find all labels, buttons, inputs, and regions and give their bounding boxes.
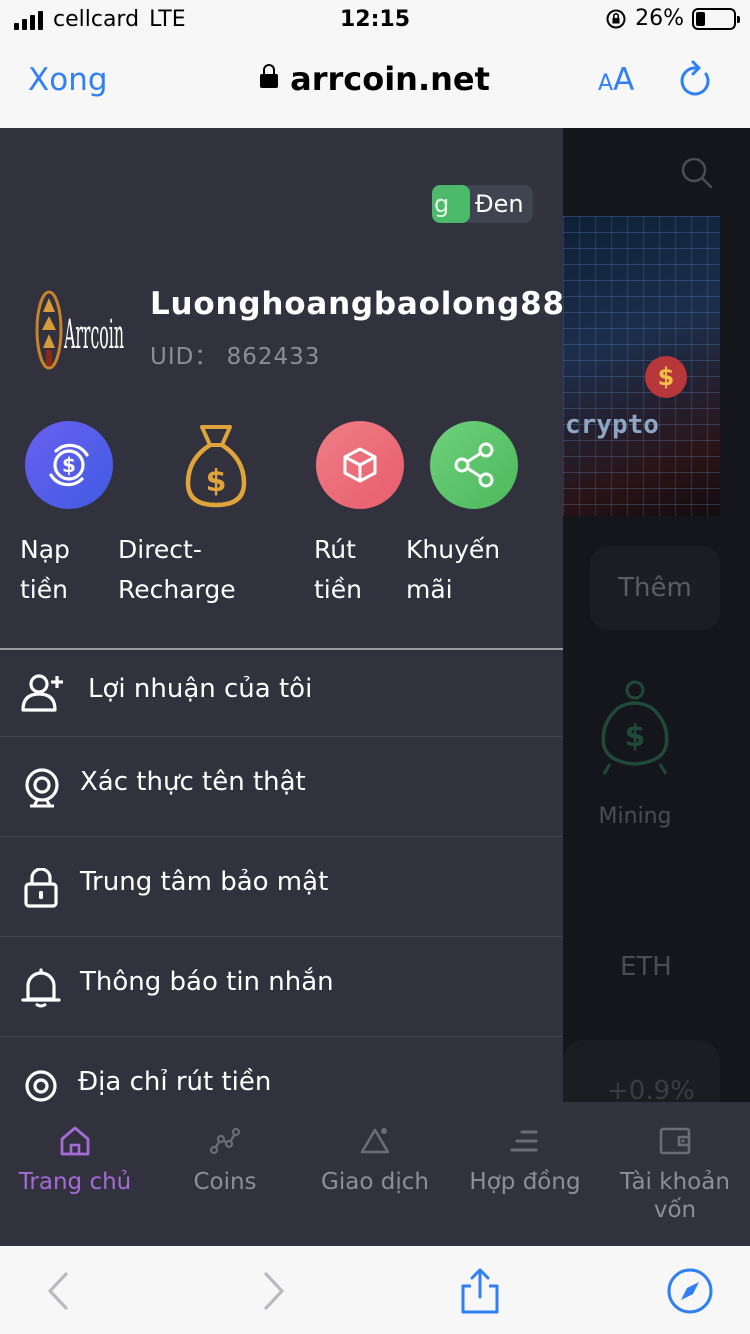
theme-toggle[interactable]: g Đen xyxy=(432,185,533,223)
username: Luonghoangbaolong8819 xyxy=(150,286,563,322)
share-sheet-icon[interactable] xyxy=(455,1266,505,1316)
promo-banner[interactable]: $ crypto xyxy=(563,216,720,516)
direct-recharge-label[interactable]: Direct- Recharge xyxy=(118,530,236,610)
mining-icon[interactable]: $ xyxy=(596,680,674,778)
wallet-icon xyxy=(659,1127,691,1155)
lock-icon xyxy=(260,64,279,88)
browser-url-bar: Xong arrcoin.net AA xyxy=(0,40,750,128)
withdraw-label[interactable]: Rút tiền xyxy=(314,530,362,610)
menu-label: Xác thực tên thật xyxy=(80,767,306,797)
nav-capital-account[interactable]: Tài khoản vốn xyxy=(600,1124,750,1224)
coins-chart-icon xyxy=(209,1127,241,1155)
browser-toolbar xyxy=(0,1246,750,1334)
orientation-lock-icon xyxy=(606,9,626,28)
money-bag-icon: $ xyxy=(185,425,247,508)
svg-text:$: $ xyxy=(206,464,227,499)
nav-trade[interactable]: Giao dịch xyxy=(300,1124,450,1196)
side-drawer: g Đen Arrcoin Luonghoangbaolong8819 UID：… xyxy=(0,128,563,1102)
svg-text:Arrcoin: Arrcoin xyxy=(64,312,124,358)
menu-item-notifications[interactable]: Thông báo tin nhắn xyxy=(0,937,563,1037)
arrcoin-logo: Arrcoin xyxy=(35,290,124,370)
nav-label: Tài khoản vốn xyxy=(620,1169,730,1223)
deposit-label[interactable]: Nạp tiền xyxy=(20,530,70,610)
back-icon[interactable] xyxy=(34,1266,84,1316)
svg-text:$: $ xyxy=(62,453,76,477)
svg-text:$: $ xyxy=(625,719,646,754)
status-bar: cellcard LTE 12:15 26% xyxy=(0,0,750,40)
nav-label: Trang chủ xyxy=(18,1169,132,1195)
search-icon[interactable] xyxy=(680,156,714,190)
battery-icon xyxy=(692,7,740,30)
menu-label: Lợi nhuận của tôi xyxy=(88,674,313,704)
change-percent: +0.9% xyxy=(607,1076,695,1102)
compass-icon[interactable] xyxy=(665,1266,715,1316)
withdraw-box-icon xyxy=(343,447,377,483)
share-icon xyxy=(454,442,494,488)
contract-icon xyxy=(510,1130,538,1152)
more-button[interactable]: Thêm xyxy=(590,546,720,630)
webcam-icon xyxy=(25,768,59,808)
menu-item-security-center[interactable]: Trung tâm bảo mật xyxy=(0,837,563,937)
menu-label: Địa chỉ rút tiền xyxy=(78,1067,272,1097)
forward-icon[interactable] xyxy=(248,1266,298,1316)
bell-icon xyxy=(21,968,61,1008)
direct-recharge-button[interactable]: $ xyxy=(172,421,260,509)
nav-label: Giao dịch xyxy=(321,1169,429,1195)
mining-label: Mining xyxy=(598,804,672,829)
promotion-label[interactable]: Khuyến mãi xyxy=(406,530,500,610)
menu-item-identity-verification[interactable]: Xác thực tên thật xyxy=(0,737,563,837)
add-user-icon xyxy=(21,674,63,712)
menu-item-withdraw-address[interactable]: Địa chỉ rút tiền xyxy=(0,1037,563,1102)
user-uid: UID： 862433 xyxy=(150,344,321,370)
nav-label: Coins xyxy=(193,1169,257,1195)
nav-home[interactable]: Trang chủ xyxy=(0,1124,150,1196)
theme-option-dark: Đen xyxy=(475,190,524,218)
deposit-icon: $ xyxy=(49,443,89,487)
menu-label: Trung tâm bảo mật xyxy=(80,867,329,897)
address-field[interactable]: arrcoin.net xyxy=(0,60,750,98)
eth-label: ETH xyxy=(620,952,672,982)
dollar-coin-icon: $ xyxy=(645,356,687,398)
promotion-button[interactable] xyxy=(430,421,518,509)
banner-text: crypto xyxy=(565,410,659,440)
home-icon xyxy=(60,1126,90,1156)
withdraw-button[interactable] xyxy=(316,421,404,509)
app-bottom-nav: Trang chủ Coins Giao dịch Hợp đồng Tài k… xyxy=(0,1102,750,1246)
battery-percent: 26% xyxy=(635,6,684,31)
deposit-button[interactable]: $ xyxy=(25,421,113,509)
reload-icon[interactable] xyxy=(678,60,714,100)
menu-item-my-profit[interactable]: Lợi nhuận của tôi xyxy=(0,650,563,737)
nav-coins[interactable]: Coins xyxy=(150,1124,300,1196)
nav-contract[interactable]: Hợp đồng xyxy=(450,1124,600,1196)
nav-label: Hợp đồng xyxy=(469,1169,581,1195)
trade-icon xyxy=(360,1128,390,1154)
location-icon xyxy=(25,1070,57,1102)
theme-toggle-knob: g xyxy=(432,185,470,223)
url-text: arrcoin.net xyxy=(290,60,490,98)
menu-label: Thông báo tin nhắn xyxy=(80,967,334,997)
text-size-button[interactable]: AA xyxy=(598,62,634,98)
lock-icon xyxy=(24,868,58,908)
